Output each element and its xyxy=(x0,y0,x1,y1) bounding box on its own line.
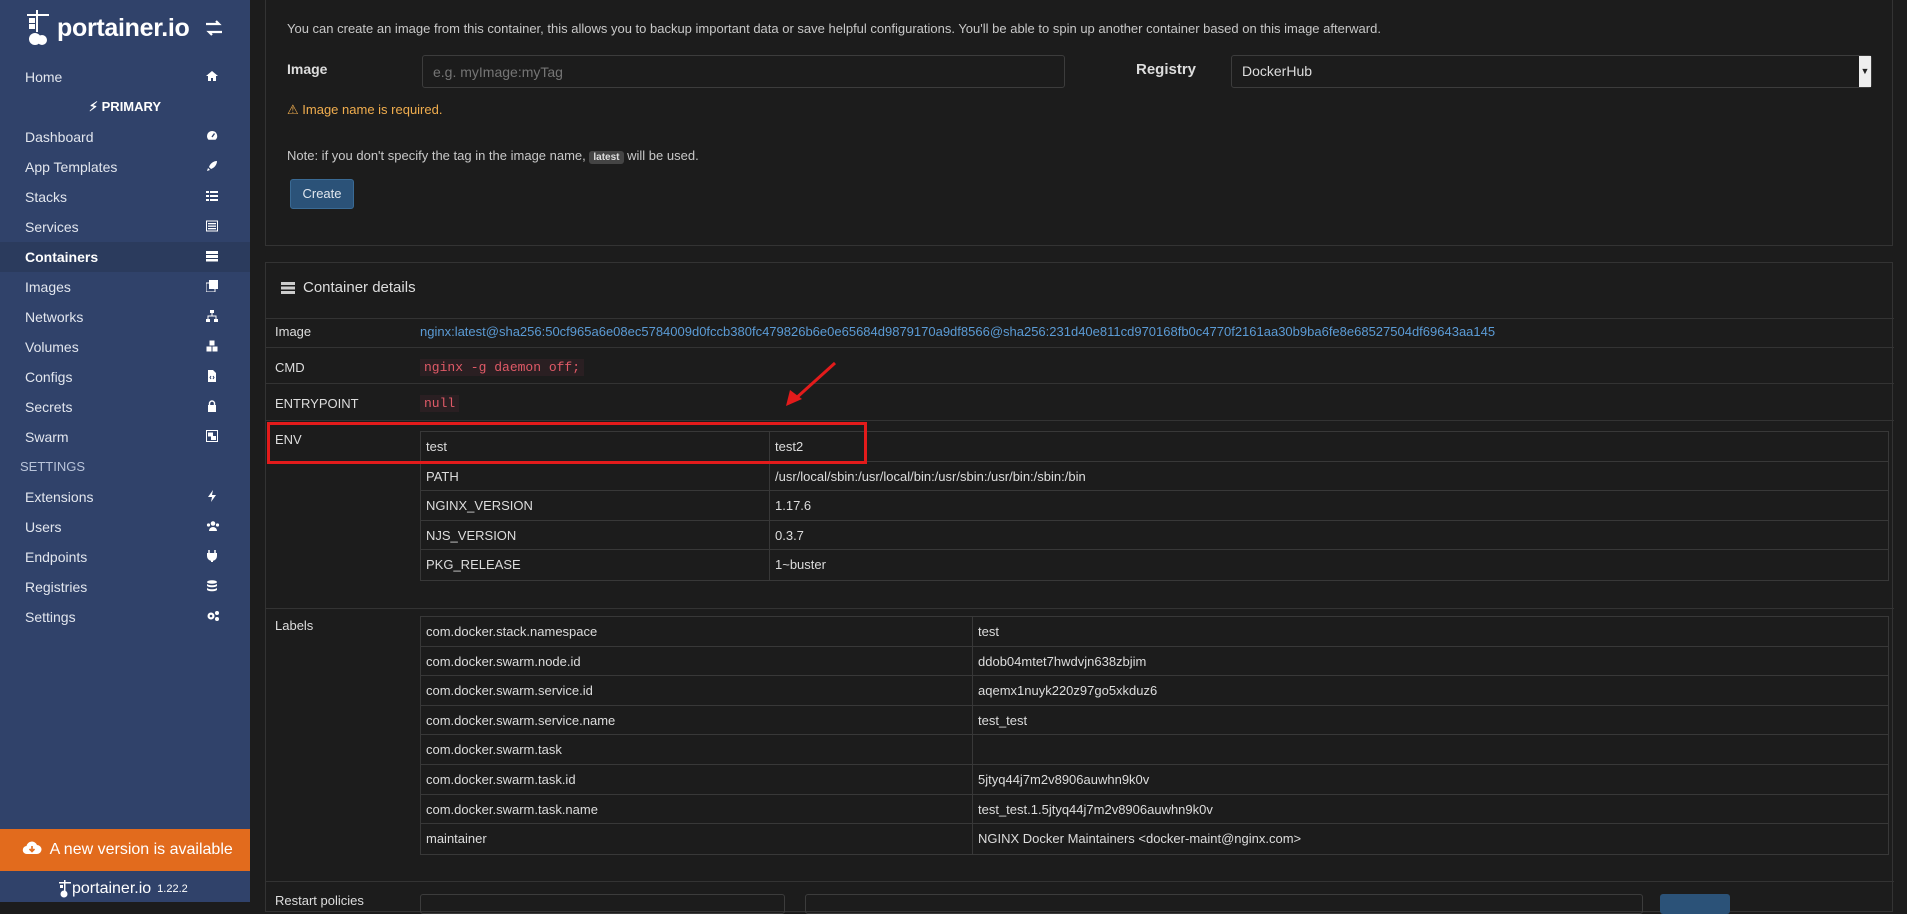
table-row: com.docker.swarm.service.name test_test xyxy=(421,705,1888,736)
env-highlight-box xyxy=(267,422,867,464)
update-banner[interactable]: A new version is available xyxy=(0,829,250,871)
table-row: com.docker.swarm.task.id 5jtyq44j7m2v8906… xyxy=(421,764,1888,795)
cogs-icon xyxy=(207,611,219,621)
footer-brand: portainer.io 1.22.2 xyxy=(58,880,188,898)
warning-icon: ⚠ xyxy=(287,102,299,117)
sidebar-item-configs[interactable]: Configs xyxy=(0,362,250,392)
table-row: NJS_VERSION 0.3.7 xyxy=(421,520,1888,551)
portainer-logo-icon xyxy=(27,10,49,45)
registry-select[interactable]: DockerHub ▼ xyxy=(1231,55,1872,88)
create-button[interactable]: Create xyxy=(290,179,354,209)
main-content: You can create an image from this contai… xyxy=(250,0,1907,914)
portainer-logo-icon xyxy=(59,880,71,898)
brand-name: portainer.io xyxy=(57,13,190,42)
sidebar-item-images[interactable]: Images xyxy=(0,272,250,302)
sidebar-item-volumes[interactable]: Volumes xyxy=(0,332,250,362)
table-row: maintainer NGINX Docker Maintainers <dock… xyxy=(421,824,1888,854)
table-row: com.docker.swarm.service.id aqemx1nuyk220… xyxy=(421,676,1888,706)
home-icon xyxy=(206,71,218,81)
annotation-arrow-icon xyxy=(786,361,837,406)
restart-retry-input[interactable] xyxy=(805,894,1643,914)
divider xyxy=(266,881,1894,882)
sidebar-item-containers[interactable]: Containers xyxy=(0,242,250,272)
object-group-icon xyxy=(206,430,218,442)
labels-table: com.docker.stack.namespace test com.docke… xyxy=(420,616,1889,855)
image-required-warning: ⚠ Image name is required. xyxy=(287,102,443,117)
cubes-icon xyxy=(206,340,218,352)
table-row: com.docker.swarm.task xyxy=(421,735,1888,765)
plug-icon xyxy=(207,550,217,562)
table-row: com.docker.swarm.task.name test_test.1.5j… xyxy=(421,794,1888,825)
sidebar-item-app-templates[interactable]: App Templates xyxy=(0,152,250,182)
sidebar-item-services[interactable]: Services xyxy=(0,212,250,242)
rocket-icon xyxy=(207,161,217,171)
users-icon xyxy=(206,521,220,531)
bolt-icon xyxy=(208,490,216,502)
list-icon xyxy=(206,191,218,201)
file-code-icon xyxy=(208,370,216,382)
entrypoint-row-label: ENTRYPOINT xyxy=(275,396,359,411)
table-row: com.docker.swarm.node.id ddob04mtet7hwdvj… xyxy=(421,646,1888,677)
table-row: PATH/usr/local/sbin:/usr/local/bin:/usr/… xyxy=(421,461,1888,492)
latest-tag-badge: latest xyxy=(589,151,624,164)
plug-icon: ⚡︎ xyxy=(88,99,99,114)
table-row: NGINX_VERSION 1.17.6 xyxy=(421,491,1888,521)
image-row-label: Image xyxy=(275,324,312,339)
select-caret-icon: ▼ xyxy=(1859,56,1871,87)
create-image-intro: You can create an image from this contai… xyxy=(287,21,1381,36)
clone-icon xyxy=(206,280,218,292)
settings-header: SETTINGS xyxy=(20,459,86,474)
divider xyxy=(266,347,1894,348)
database-icon xyxy=(207,580,217,592)
sidebar-item-stacks[interactable]: Stacks xyxy=(0,182,250,212)
server-icon xyxy=(206,251,218,262)
sidebar-item-settings[interactable]: Settings xyxy=(0,602,250,632)
sidebar-item-networks[interactable]: Networks xyxy=(0,302,250,332)
restart-policy-select[interactable] xyxy=(420,894,785,914)
cmd-row-value: nginx -g daemon off; xyxy=(420,359,585,376)
version-label: 1.22.2 xyxy=(157,883,188,895)
tag-note: Note: if you don't specify the tag in th… xyxy=(287,148,699,164)
divider xyxy=(266,383,1894,384)
divider xyxy=(266,608,1894,609)
exchange-icon[interactable] xyxy=(204,20,224,36)
divider xyxy=(266,318,1894,319)
endpoint-header: ⚡︎ PRIMARY xyxy=(88,99,162,114)
sidebar-item-users[interactable]: Users xyxy=(0,512,250,542)
server-icon xyxy=(281,281,295,294)
lock-icon xyxy=(208,400,216,412)
table-row: PKG_RELEASE 1~buster xyxy=(421,550,1888,580)
sidebar-item-secrets[interactable]: Secrets xyxy=(0,392,250,422)
restart-update-button[interactable] xyxy=(1660,894,1730,914)
sidebar-nav: Home ⚡︎ PRIMARY Dashboard App Templates … xyxy=(0,62,250,632)
entrypoint-row-value: null xyxy=(420,395,460,412)
sidebar-item-dashboard[interactable]: Dashboard xyxy=(0,122,250,152)
sidebar: portainer.io Home ⚡︎ PRIMARY Dashboard A… xyxy=(0,0,250,902)
sidebar-item-swarm[interactable]: Swarm xyxy=(0,422,250,452)
create-image-panel: You can create an image from this contai… xyxy=(265,0,1893,246)
list-alt-icon xyxy=(206,220,218,232)
cmd-row-label: CMD xyxy=(275,360,305,375)
tachometer-icon xyxy=(207,130,218,140)
image-name-input[interactable] xyxy=(422,55,1065,88)
registry-label: Registry xyxy=(1136,61,1197,78)
sidebar-item-registries[interactable]: Registries xyxy=(0,572,250,602)
table-row: com.docker.stack.namespace test xyxy=(421,617,1888,647)
sitemap-icon xyxy=(206,310,218,322)
container-details-header: Container details xyxy=(281,279,416,296)
cloud-download-icon xyxy=(22,841,42,855)
divider xyxy=(266,420,1894,421)
sidebar-item-home[interactable]: Home xyxy=(0,62,250,92)
sidebar-item-extensions[interactable]: Extensions xyxy=(0,482,250,512)
image-row-value[interactable]: nginx:latest@sha256:50cf965a6e08ec578400… xyxy=(420,324,1495,339)
brand-logo[interactable]: portainer.io xyxy=(23,6,190,50)
sidebar-item-endpoints[interactable]: Endpoints xyxy=(0,542,250,572)
image-label: Image xyxy=(287,61,328,77)
restart-policies-label: Restart policies xyxy=(275,893,364,908)
labels-row-label: Labels xyxy=(275,618,314,633)
container-details-panel: Container details Image nginx:latest@sha… xyxy=(265,262,1894,914)
